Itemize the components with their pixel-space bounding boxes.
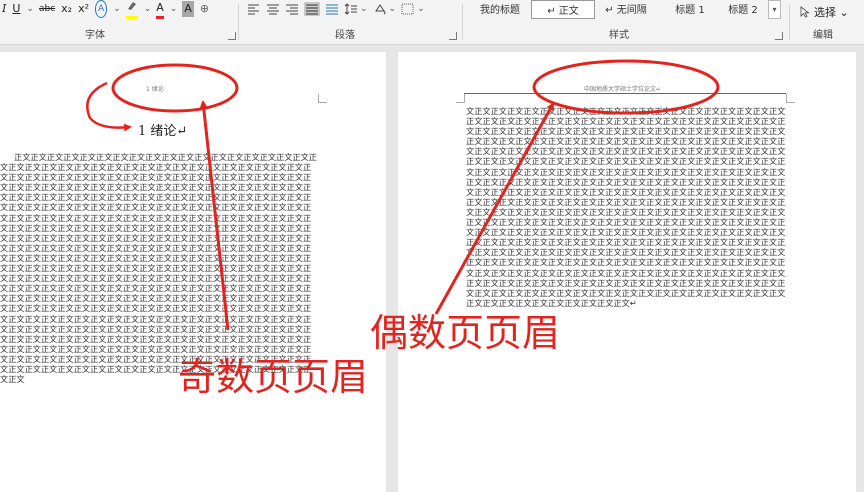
italic-button[interactable]: I (2, 1, 6, 17)
font-group: I U ⌄ abc x₂ x² A ⌄ ⌄ A ⌄ A ⊕ 字体 (0, 0, 238, 44)
odd-page-header[interactable]: 1 绪论 (146, 84, 164, 93)
cursor-select-icon (800, 6, 810, 18)
style-heading-1[interactable]: 标题 1 (659, 0, 721, 17)
even-page-header[interactable]: 中国地质大学硕士学位论文↵ (584, 84, 661, 93)
font-group-label: 字体 (85, 30, 105, 41)
justify-icon[interactable] (304, 2, 320, 16)
header-rule (464, 93, 786, 94)
superscript-button[interactable]: x² (78, 1, 89, 17)
align-left-icon[interactable] (247, 3, 261, 15)
odd-page-body-text[interactable]: 正文正文正文正文正文正文正文正文正文正文正文正文正文正文正文正文正文正文正文正文… (0, 152, 318, 492)
odd-page[interactable]: 1 绪论 1 绪论↵ 正文正文正文正文正文正文正文正文正文正文正文正文正文正文正… (0, 52, 386, 492)
styles-dialog-launcher[interactable] (775, 32, 783, 40)
styles-gallery-more[interactable]: ▾ (768, 0, 781, 19)
select-label: 选择 ⌄ (814, 6, 849, 19)
even-page[interactable]: 中国地质大学硕士学位论文↵ 文正文正文正文正文正文正文正文正文正文正文正文正文正… (398, 52, 856, 492)
paragraph-dialog-launcher[interactable] (449, 32, 457, 40)
paragraph-group: ⌄ ⌄ ⌄ 段落 (239, 0, 461, 44)
highlight-button[interactable] (125, 0, 138, 19)
even-header-annotation-label: 偶数页页眉 (370, 311, 561, 355)
strikethrough-button[interactable]: abc (39, 1, 55, 17)
chevron-down-icon[interactable]: ⌄ (170, 4, 178, 14)
distributed-icon[interactable] (325, 3, 339, 15)
style-no-spacing[interactable]: ↵ 无间隔 (595, 0, 657, 17)
text-effects-button[interactable]: A (95, 0, 108, 18)
character-shading-button[interactable]: A (182, 1, 194, 17)
header-margin-corner (786, 94, 795, 103)
chevron-down-icon[interactable]: ⌄ (360, 4, 368, 14)
enclose-characters-button[interactable]: ⊕ (200, 1, 209, 17)
ribbon: I U ⌄ abc x₂ x² A ⌄ ⌄ A ⌄ A ⊕ 字体 ⌄ ⌄ ⌄ 段… (0, 0, 864, 45)
align-right-icon[interactable] (285, 3, 299, 15)
borders-icon[interactable] (401, 3, 415, 15)
editing-group-label: 编辑 (813, 30, 833, 41)
styles-group: 我的标题 ↵ 正文 ↵ 无间隔 标题 1 标题 2 ▾ 样式 (463, 0, 785, 44)
header-margin-corner (318, 94, 327, 103)
line-spacing-icon[interactable] (344, 3, 358, 15)
header-margin-corner (456, 94, 465, 103)
chapter-title[interactable]: 1 绪论↵ (138, 120, 187, 139)
subscript-button[interactable]: x₂ (61, 1, 72, 17)
shading-icon[interactable] (373, 3, 387, 15)
styles-group-label: 样式 (609, 30, 629, 41)
select-button[interactable]: 选择 ⌄ (800, 4, 849, 20)
chevron-down-icon[interactable]: ⌄ (144, 4, 152, 14)
align-center-icon[interactable] (266, 3, 280, 15)
chevron-down-icon[interactable]: ⌄ (417, 4, 425, 14)
chevron-down-icon[interactable]: ⌄ (389, 4, 397, 14)
style-normal[interactable]: ↵ 正文 (531, 0, 595, 19)
paragraph-group-label: 段落 (335, 30, 355, 41)
font-dialog-launcher[interactable] (228, 32, 236, 40)
chevron-down-icon[interactable]: ⌄ (26, 4, 34, 14)
font-color-button[interactable]: A (156, 0, 164, 19)
highlighter-icon (127, 1, 136, 10)
style-heading-2[interactable]: 标题 2 (719, 0, 767, 17)
even-page-body-text[interactable]: 文正文正文正文正文正文正文正文正文正文正文正文正文正文正文正文正文正文正文正文正… (466, 106, 788, 406)
style-my-title[interactable]: 我的标题 (469, 0, 531, 17)
underline-button[interactable]: U (12, 1, 20, 17)
odd-header-annotation-label: 奇数页页眉 (178, 355, 369, 399)
editing-group: 选择 ⌄ 编辑 (790, 0, 864, 44)
chevron-down-icon[interactable]: ⌄ (113, 4, 121, 14)
